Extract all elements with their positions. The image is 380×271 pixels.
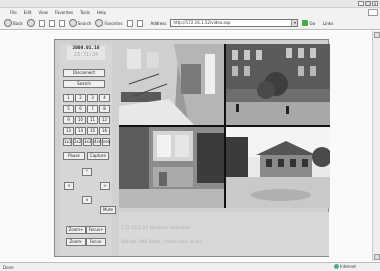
ptz-left-icon[interactable]: < (64, 182, 74, 190)
sequence-button[interactable]: seq (102, 138, 110, 146)
clock-time: 23:31:34 (73, 52, 99, 58)
search-button[interactable]: Search (68, 19, 92, 27)
refresh-icon[interactable] (48, 19, 55, 27)
ptz-down-icon[interactable]: v (82, 196, 92, 204)
channel-4-button[interactable]: 4 (99, 94, 110, 102)
channel-6-button[interactable]: 6 (75, 105, 86, 113)
camera-video-grid (119, 44, 330, 208)
go-button[interactable]: Go (302, 20, 315, 26)
camera-view-3[interactable] (119, 127, 224, 208)
security-zone: Internet (334, 264, 356, 269)
camera-3-image (119, 127, 224, 208)
channel-13-button[interactable]: 13 (63, 127, 74, 135)
back-label: Back (13, 20, 23, 26)
focus-in-button[interactable]: Focus+ (86, 226, 106, 234)
window-controls: _ □ x (358, 1, 378, 6)
history-icon[interactable] (126, 19, 133, 27)
channel-10-button[interactable]: 10 (75, 116, 86, 124)
channel-15-button[interactable]: 15 (87, 127, 98, 135)
menu-favorites[interactable]: Favorites (55, 10, 73, 15)
favorites-label: Favorites (104, 20, 123, 26)
camera-view-1[interactable] (119, 44, 224, 125)
menu-help[interactable]: Help (97, 10, 106, 15)
scroll-up-icon[interactable] (374, 32, 380, 38)
globe-icon (334, 264, 340, 269)
camera-4-image (226, 127, 330, 208)
home-icon[interactable] (58, 19, 65, 27)
status-panel (119, 212, 329, 256)
menu-edit[interactable]: Edit (24, 10, 32, 15)
chevron-down-icon[interactable]: ▾ (291, 20, 298, 26)
disconnect-button[interactable]: Disconnect (63, 69, 105, 77)
vertical-scrollbar[interactable] (372, 31, 380, 261)
status-left-text: Done (3, 264, 14, 270)
scroll-down-icon[interactable] (374, 254, 380, 260)
go-label: Go (309, 20, 316, 26)
camera-view-2[interactable] (226, 44, 330, 125)
channel-14-button[interactable]: 14 (75, 127, 86, 135)
bitrate-status-text: Bitrate: 846 Kbps, Frame rate: 8 fps, (121, 240, 204, 245)
pause-button[interactable]: Pause (63, 152, 85, 160)
links-button[interactable]: Links (323, 21, 333, 26)
menu-tools[interactable]: Tools (80, 10, 90, 15)
favorites-button[interactable]: Favorites (95, 19, 123, 27)
stop-icon[interactable] (38, 19, 45, 27)
browser-logo (368, 9, 378, 16)
channel-11-button[interactable]: 11 (87, 116, 98, 124)
address-bar[interactable]: http://172.16.1.52/video.asp ▾ (170, 19, 299, 27)
capture-button[interactable]: Capture (87, 152, 109, 160)
clock-display: 2008.01.16 23:31:34 (67, 46, 105, 60)
maximize-button[interactable]: □ (365, 1, 371, 6)
channel-8-button[interactable]: 8 (99, 105, 110, 113)
ptz-right-icon[interactable]: > (100, 182, 110, 190)
channel-1-button[interactable]: 1 (63, 94, 74, 102)
forward-arrow-icon (26, 19, 35, 27)
channel-7-button[interactable]: 7 (87, 105, 98, 113)
minimize-button[interactable]: _ (358, 1, 364, 6)
camera-1-image (119, 44, 224, 125)
back-arrow-icon (4, 19, 12, 27)
address-value: http://172.16.1.52/video.asp (173, 20, 231, 25)
camera-2-image (226, 44, 330, 125)
menu-bar: File Edit View Favorites Tools Help (0, 8, 380, 17)
channel-2-button[interactable]: 2 (75, 94, 86, 102)
layout-1x1-button[interactable]: 1x1 (63, 138, 72, 146)
layout-4x4-button[interactable]: 4x4 (93, 138, 101, 146)
mail-icon[interactable] (136, 19, 143, 27)
search-playback-button[interactable]: Search (63, 80, 105, 88)
channel-9-button[interactable]: 9 (63, 116, 74, 124)
layout-3x3-button[interactable]: 3x3 (83, 138, 92, 146)
channel-3-button[interactable]: 3 (87, 94, 98, 102)
title-bar: _ □ x (0, 0, 380, 8)
toolbar: Back Search Favorites Address http://172… (0, 17, 380, 30)
network-status-text: 172.16.1.52 Network detected (121, 226, 190, 231)
search-icon (68, 19, 77, 27)
back-button[interactable]: Back (4, 19, 23, 27)
go-arrow-icon (302, 20, 309, 26)
camera-view-4[interactable] (226, 127, 330, 208)
address-label: Address (150, 20, 167, 26)
forward-button[interactable] (26, 19, 35, 27)
close-button[interactable]: x (372, 1, 378, 6)
favorites-star-icon (95, 19, 104, 27)
browser-status-bar: Done (0, 262, 380, 271)
search-label: Search (77, 20, 92, 26)
zoom-out-button[interactable]: Zoom- (66, 238, 86, 246)
zoom-in-button[interactable]: Zoom+ (66, 226, 86, 234)
mute-button[interactable]: Mute (100, 206, 116, 214)
zone-label: Internet (340, 264, 356, 269)
channel-12-button[interactable]: 12 (99, 116, 110, 124)
focus-out-button[interactable]: Focus- (86, 238, 106, 246)
channel-16-button[interactable]: 16 (99, 127, 110, 135)
layout-2x2-button[interactable]: 2x2 (73, 138, 82, 146)
menu-view[interactable]: View (38, 10, 48, 15)
ptz-up-icon[interactable]: ^ (82, 168, 92, 176)
channel-5-button[interactable]: 5 (63, 105, 74, 113)
menu-file[interactable]: File (10, 10, 17, 15)
